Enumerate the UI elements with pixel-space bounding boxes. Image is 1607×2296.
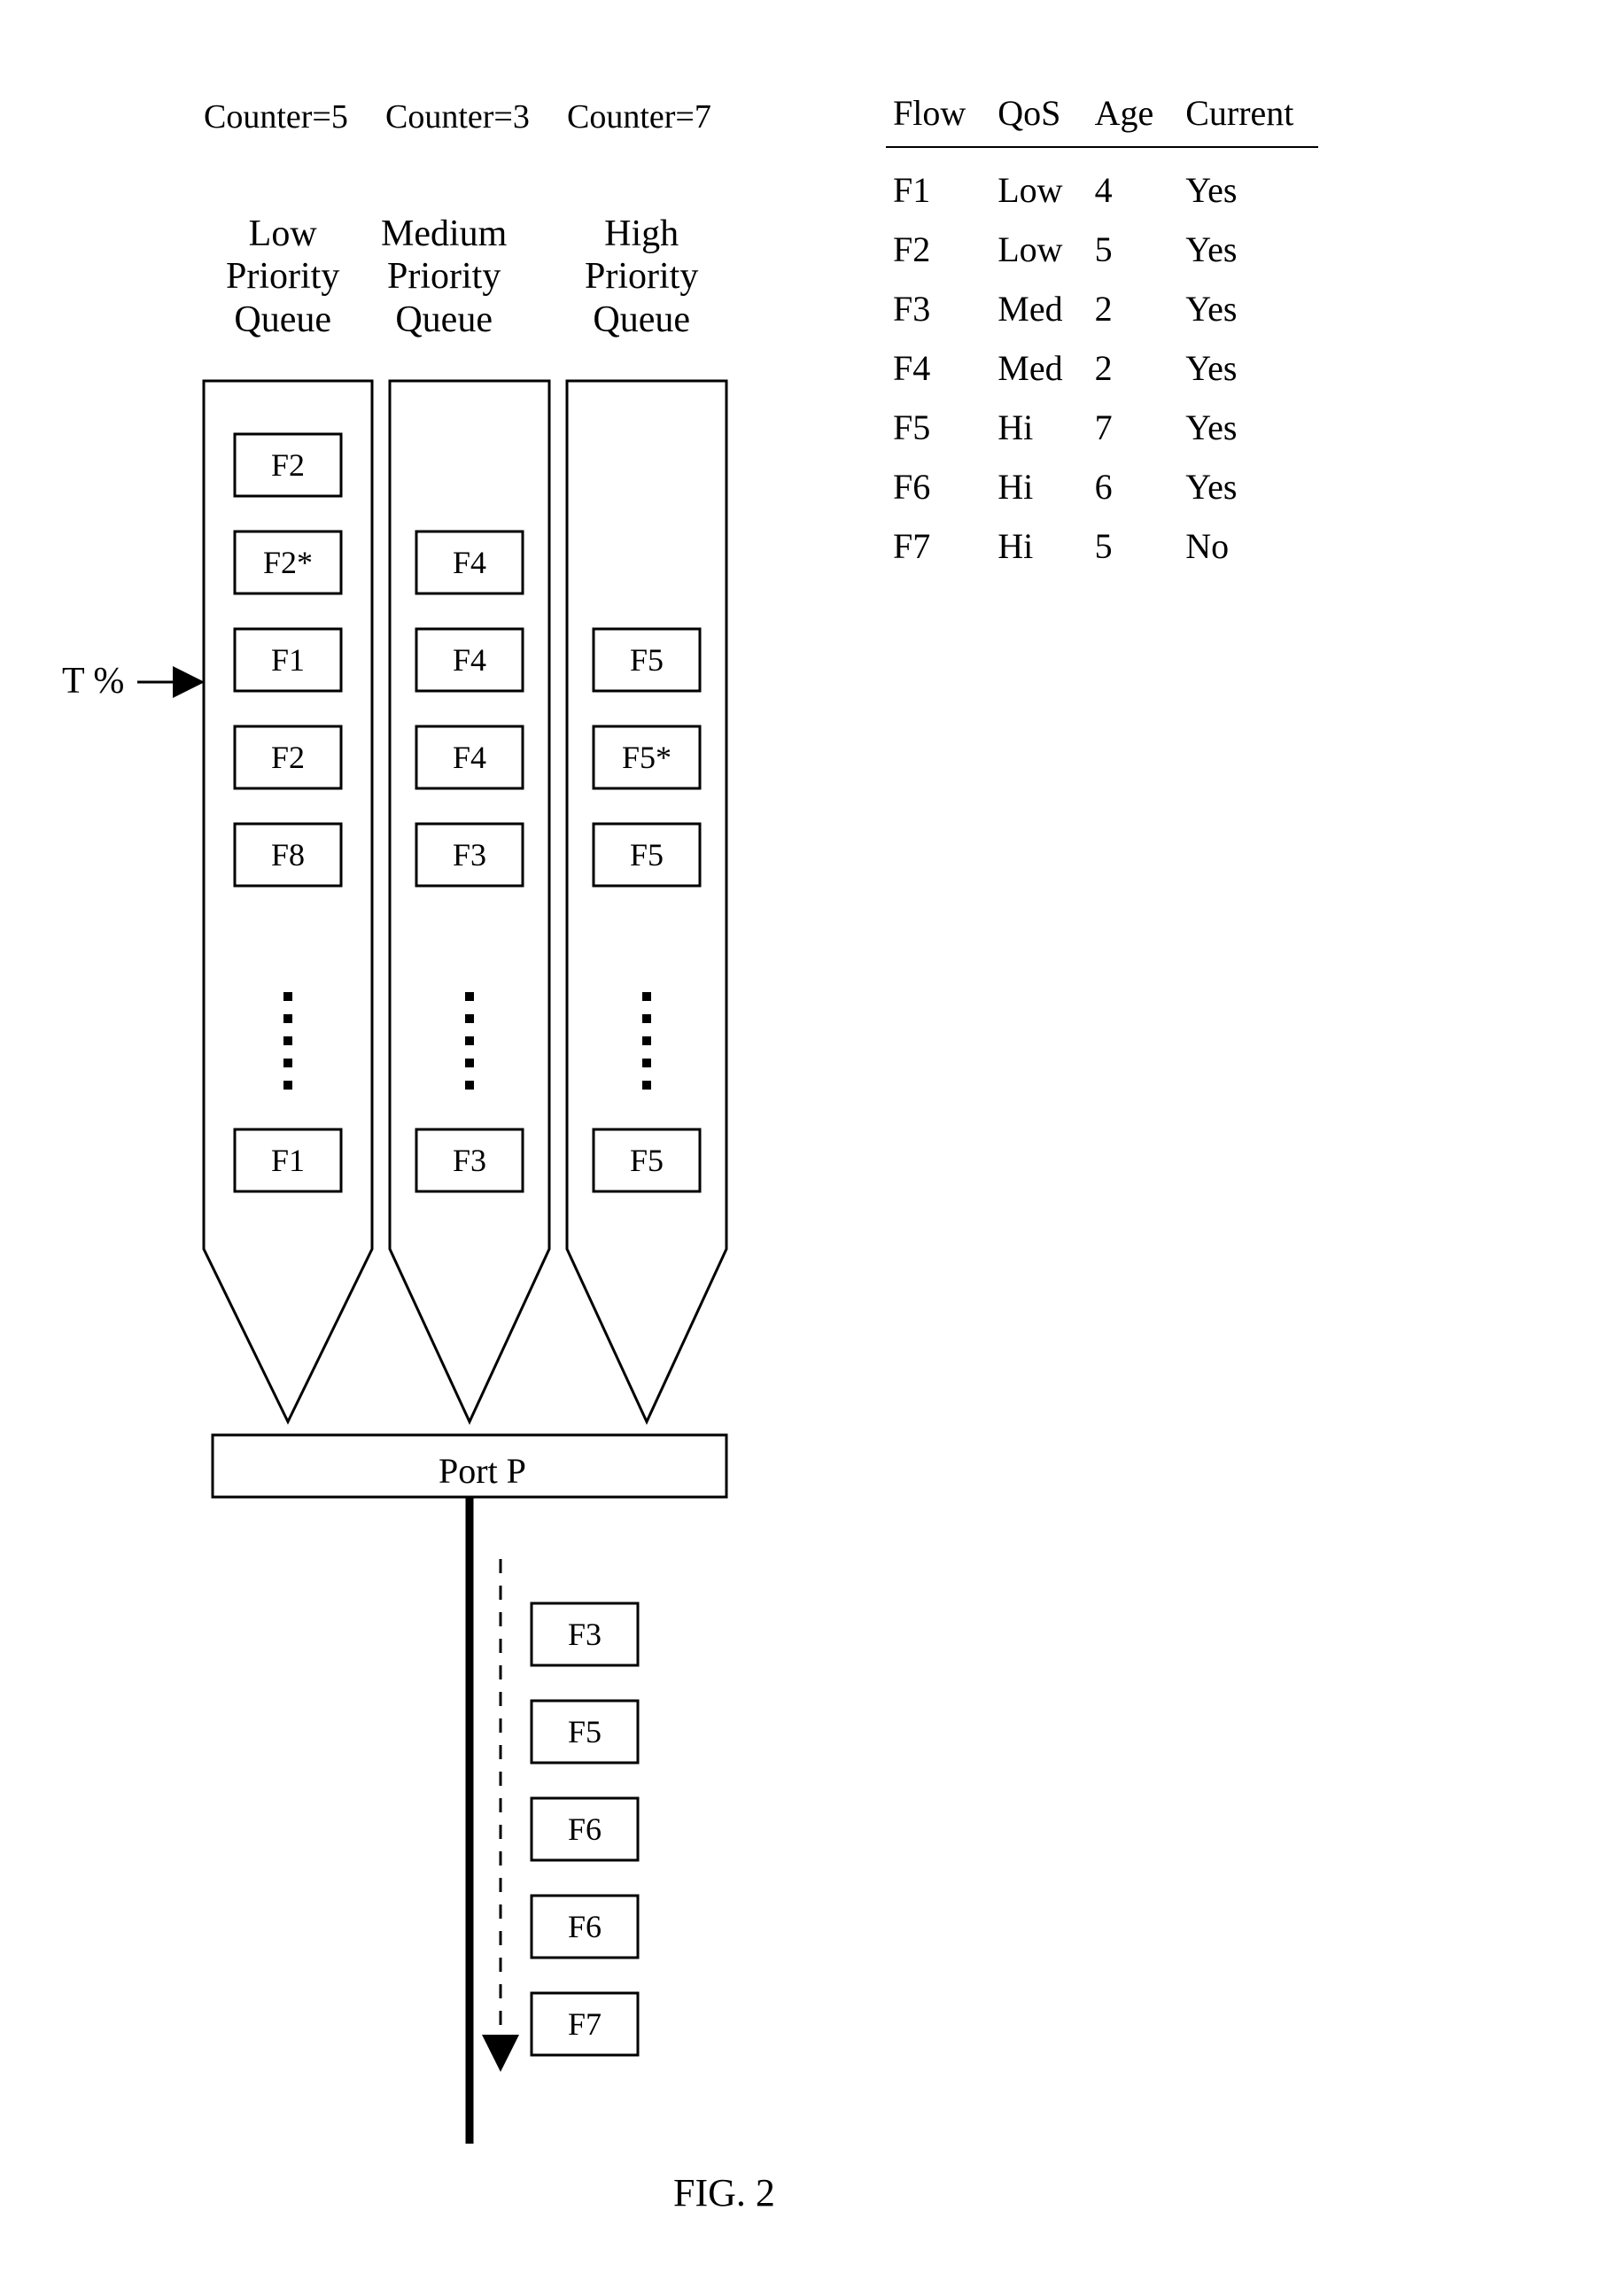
packet-high-4-label: F5 [630, 837, 664, 873]
output-packet-0-label: F3 [568, 1617, 602, 1652]
packet-med-3-label: F4 [453, 740, 486, 775]
packet-low-bottom-label: F1 [271, 1143, 305, 1178]
packet-low-2-label: F1 [271, 642, 305, 678]
packet-low-4-label: F8 [271, 837, 305, 873]
packet-high-2-label: F5 [630, 642, 664, 678]
queue-med-packets: F4 F4 F4 F3 [416, 531, 523, 886]
output-packet-3-label: F6 [568, 1909, 602, 1944]
queue-high-packets: F5 F5* F5 [594, 629, 700, 886]
packet-med-bottom-label: F3 [453, 1143, 486, 1178]
packet-med-1-label: F4 [453, 545, 486, 580]
packet-low-3-label: F2 [271, 740, 305, 775]
queue-high-shape [567, 381, 726, 1422]
packet-high-bottom-label: F5 [630, 1143, 664, 1178]
packet-med-4-label: F3 [453, 837, 486, 873]
packet-low-0-label: F2 [271, 447, 305, 483]
dots-high [642, 992, 651, 1090]
queue-med-shape [390, 381, 549, 1422]
queue-bottom-packets: F1 F3 F5 [235, 1129, 700, 1191]
output-packet-2-label: F6 [568, 1811, 602, 1847]
packet-high-3-label: F5* [622, 740, 672, 775]
output-packets: F3 F5 F6 F6 F7 [532, 1603, 638, 2055]
queue-low-shape [204, 381, 372, 1422]
dots-med [465, 992, 474, 1090]
port-label: Port P [439, 1450, 526, 1492]
diagram-svg: F2 F2* F1 F2 F8 F4 F4 F4 F3 F5 F5* F5 F1 F3 F5 [0, 0, 1607, 2296]
packet-med-2-label: F4 [453, 642, 486, 678]
output-packet-1-label: F5 [568, 1714, 602, 1749]
dots-low [283, 992, 292, 1090]
output-packet-4-label: F7 [568, 2006, 602, 2042]
packet-low-1-label: F2* [263, 545, 313, 580]
queue-low-packets: F2 F2* F1 F2 F8 [235, 434, 341, 886]
figure-label: FIG. 2 [673, 2170, 775, 2215]
